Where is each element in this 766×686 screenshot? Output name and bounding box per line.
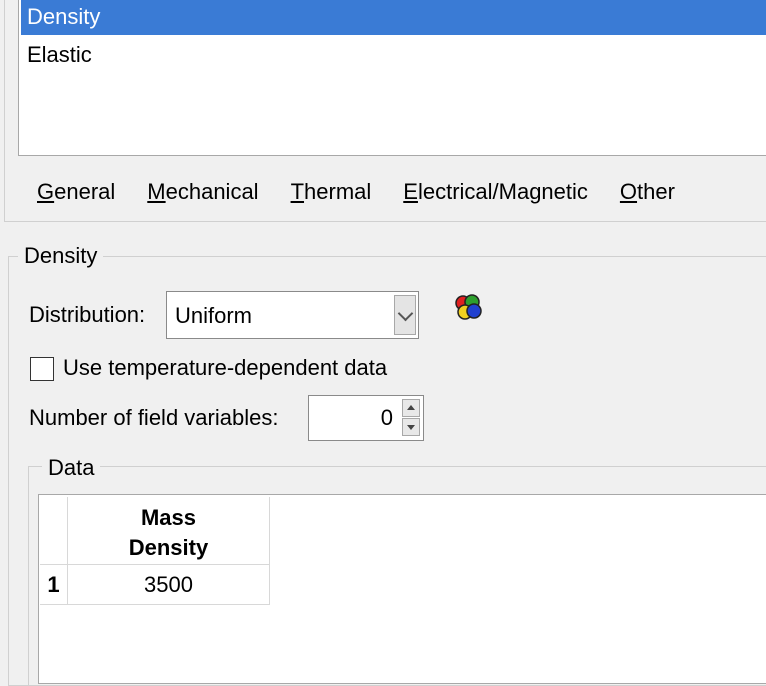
column-header-line2: Density: [128, 535, 209, 560]
spin-down-button[interactable]: [402, 418, 420, 436]
temperature-dependent-label: Use temperature-dependent data: [63, 355, 388, 380]
color-palette-icon[interactable]: [452, 293, 484, 323]
behavior-item-elastic[interactable]: Elastic: [21, 37, 766, 73]
menu-electrical-label: lectrical/Magnetic: [417, 179, 588, 204]
menu-other[interactable]: Other: [610, 179, 685, 205]
chevron-down-icon: [397, 305, 413, 321]
menu-thermal[interactable]: Thermal: [281, 179, 382, 205]
arrow-down-icon: [407, 425, 415, 430]
menu-general-mnemonic: G: [37, 179, 55, 204]
field-variables-value: 0: [380, 405, 393, 430]
arrow-up-icon: [407, 405, 415, 410]
temperature-dependent-checkbox[interactable]: [30, 357, 54, 381]
field-variables-spinbox[interactable]: 0: [308, 395, 424, 441]
table-corner-header: [40, 497, 68, 565]
data-group-title: Data: [42, 455, 101, 481]
spin-up-button[interactable]: [402, 399, 420, 417]
menu-general-label: eneral: [54, 179, 116, 204]
distribution-dropdown-button[interactable]: [394, 295, 416, 335]
density-group-title: Density: [18, 243, 104, 269]
menu-thermal-mnemonic: T: [290, 179, 305, 204]
row-header[interactable]: 1: [40, 565, 68, 605]
distribution-label: Distribution:: [29, 302, 146, 327]
distribution-select[interactable]: Uniform: [166, 291, 419, 339]
menu-electrical-magnetic[interactable]: Electrical/Magnetic: [393, 179, 598, 205]
menu-thermal-label: hermal: [304, 179, 372, 204]
menu-mechanical[interactable]: Mechanical: [137, 179, 268, 205]
table-cell-mass-density[interactable]: 3500: [68, 565, 270, 605]
material-behaviors-list[interactable]: Density Elastic: [18, 0, 766, 156]
menu-electrical-mnemonic: E: [403, 179, 418, 204]
menu-other-label: ther: [637, 179, 675, 204]
column-header-mass-density[interactable]: Mass Density: [68, 497, 270, 565]
menu-mechanical-label: echanical: [165, 179, 259, 204]
distribution-value: Uniform: [175, 303, 253, 328]
field-variables-label: Number of field variables:: [29, 405, 279, 430]
behavior-item-density[interactable]: Density: [21, 0, 766, 35]
menu-other-mnemonic: O: [619, 179, 638, 204]
spin-arrows: [402, 399, 420, 437]
column-header-line1: Mass: [140, 505, 197, 530]
behavior-menubar: General Mechanical Thermal Electrical/Ma…: [28, 170, 697, 214]
menu-general[interactable]: General: [28, 179, 125, 205]
menu-mechanical-mnemonic: M: [147, 179, 166, 204]
